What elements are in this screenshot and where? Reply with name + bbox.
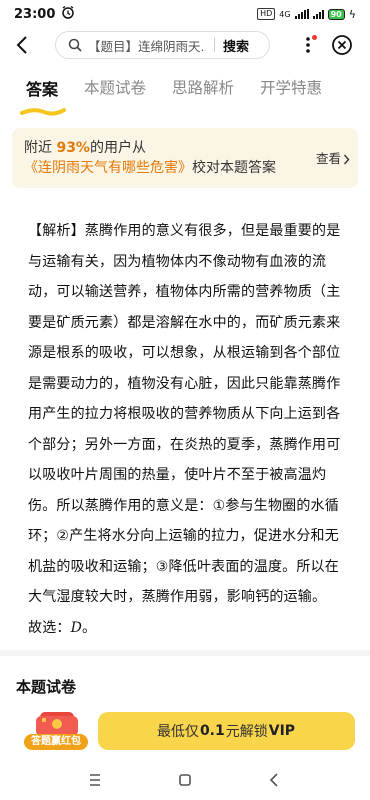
answer-value: D [70,619,83,636]
search-icon [68,38,82,52]
analysis-text: 【解析】蒸腾作用的意义有很多，但是最重要的是与运输有关，因为植物体内不像动物有血… [28,223,341,605]
verification-notice[interactable]: 附近 93%的用户从 《连阴雨天气有哪些危害》校对本题答案 查看 [12,128,358,188]
top-bar: 【题目】连绵阴雨天... 搜索 [0,28,370,62]
back-button[interactable] [0,28,44,62]
red-packet-label[interactable]: 答题赢红包 [24,734,88,750]
unlock-vip: VIP [268,723,296,739]
battery-icon: 90 [327,8,345,20]
notice-prefix: 附近 [24,140,57,156]
tab-paper-label: 本题试卷 [84,79,147,97]
tab-answer-label: 答案 [26,80,59,99]
tab-underline-decoration [20,108,66,116]
unlock-price: 0.1 [199,723,225,739]
tab-bar: 答案 本题试卷 思路解析 开学特惠 [20,76,348,116]
search-input[interactable]: 【题目】连绵阴雨天... [88,36,206,55]
unlock-mid: 元解锁 [225,724,268,740]
tab-analysis-label: 思路解析 [172,79,235,97]
view-button[interactable]: 查看 [316,149,350,169]
unlock-prefix: 最低仅 [156,724,199,740]
notice-link[interactable]: 《连阴雨天气有哪些危害》 [24,160,192,176]
close-button[interactable] [330,33,354,57]
menu-lines-icon [90,774,100,786]
search-button[interactable]: 搜索 [223,36,249,55]
tab-promo-label: 开学特惠 [260,79,323,97]
tab-answer[interactable]: 答案 [20,76,66,116]
answer-analysis: 【解析】蒸腾作用的意义有很多，但是最重要的是与运输有关，因为植物体内不像动物有血… [28,216,346,643]
system-nav-bar [0,760,370,800]
section-title: 本题试卷 [16,678,77,696]
answer-suffix: 。 [82,619,97,636]
more-vertical-icon [306,37,310,53]
signal-icon-2 [312,9,324,19]
notice-middle: 的用户从 [89,140,146,156]
hd-badge: HD [257,8,276,20]
status-bar: 23:00 HD 4G 90 ϟ [0,0,370,28]
notice-percent: 93% [56,140,90,156]
section-divider [0,650,370,656]
unlock-vip-button[interactable]: 最低仅 0.1 元解锁 VIP [98,712,355,750]
answer-prefix: 故选： [28,619,71,636]
notice-suffix: 校对本题答案 [192,160,276,176]
triangle-back-icon [269,773,278,787]
notice-text: 附近 93%的用户从 《连阴雨天气有哪些危害》校对本题答案 [24,138,314,178]
network-label: 4G [279,9,291,19]
chevron-left-icon [16,36,27,54]
tab-promo[interactable]: 开学特惠 [260,76,322,106]
status-time: 23:00 [14,6,56,22]
search-box[interactable]: 【题目】连绵阴雨天... 搜索 [55,31,270,59]
status-right: HD 4G 90 ϟ [257,8,356,21]
close-circle-icon [332,35,352,55]
answer-line: 故选：D。 [28,620,96,636]
view-label: 查看 [315,151,341,166]
home-button[interactable] [173,768,197,792]
tab-paper[interactable]: 本题试卷 [84,76,146,106]
alarm-icon [61,5,75,23]
recent-apps-button[interactable] [83,768,107,792]
square-icon [179,774,191,786]
charging-icon: ϟ [348,7,356,21]
page: 23:00 HD 4G 90 ϟ 【题目】连绵阴雨天... 搜索 答案 本题试卷… [0,0,370,800]
notification-dot [312,35,317,40]
tab-analysis[interactable]: 思路解析 [172,76,234,106]
signal-icon [294,9,309,19]
more-button[interactable] [293,31,323,59]
nav-back-button[interactable] [263,768,287,792]
chevron-right-icon [343,154,350,164]
search-divider [214,38,215,52]
